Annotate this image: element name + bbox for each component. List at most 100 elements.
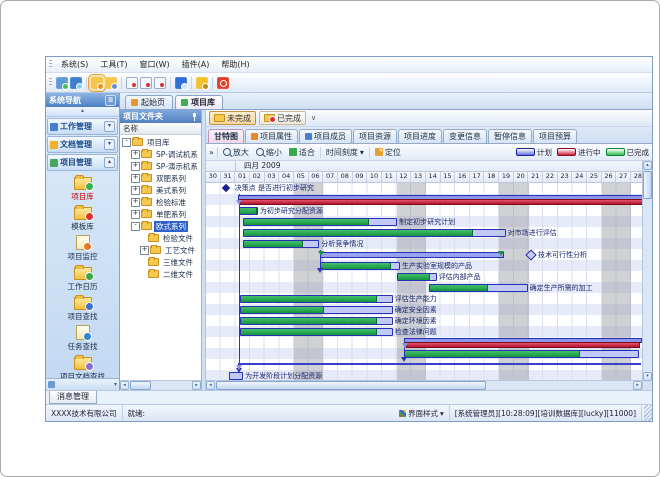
nav-template-library[interactable]: 模板库 — [71, 204, 94, 232]
btn-time-scale[interactable]: 时间刻度▾ — [324, 146, 366, 159]
gantt-task-bar[interactable] — [239, 207, 258, 215]
tab-project-resources[interactable]: 项目资源 — [353, 129, 397, 143]
tree-expander-icon[interactable]: + — [131, 162, 140, 171]
message-management-tab[interactable]: 消息管理 — [49, 391, 97, 404]
tree-node[interactable]: -项目库 — [120, 136, 201, 148]
lock-icon[interactable] — [196, 77, 208, 89]
gantt-task-bar[interactable] — [240, 317, 393, 325]
scroll-right-icon[interactable]: ▸ — [192, 381, 201, 390]
toolbar-overflow-icon[interactable]: » — [209, 148, 214, 157]
tree-hscroll-track[interactable] — [152, 381, 192, 390]
tree-hscroll-thumb[interactable] — [130, 381, 151, 390]
gantt-vscroll-track[interactable] — [643, 200, 652, 372]
btn-locate[interactable]: 定位 — [373, 146, 403, 159]
nav-project-search[interactable]: 项目查找 — [68, 294, 98, 322]
gantt-vscrollbar[interactable]: ▴ ▾ — [642, 161, 652, 390]
gantt-task-bar[interactable] — [243, 218, 397, 226]
calendar-edit-icon[interactable] — [140, 77, 152, 89]
gantt-hscroll-thumb[interactable] — [216, 381, 486, 390]
toolbar-grip[interactable] — [49, 78, 52, 87]
gantt-task-bar[interactable] — [240, 295, 393, 303]
menu-grip[interactable] — [49, 60, 52, 69]
gantt-hscroll-track[interactable] — [487, 381, 633, 390]
filter-incomplete[interactable]: 未完成 — [209, 111, 256, 125]
gantt-summary-line[interactable] — [238, 363, 641, 365]
tree-expander-icon[interactable]: + — [140, 246, 149, 255]
sidebar-collapse-icon[interactable]: ▥ — [105, 95, 116, 106]
tab-start-page[interactable]: 起始页 — [125, 95, 173, 109]
calendar-view-icon[interactable] — [154, 77, 166, 89]
tab-project-props[interactable]: 项目属性 — [245, 129, 298, 143]
open-folder-icon[interactable] — [91, 77, 103, 89]
group-doc-mgmt[interactable]: 文档管理▾ — [47, 136, 118, 153]
scroll-left-icon[interactable]: ◂ — [206, 381, 215, 390]
group-work-mgmt[interactable]: 工作管理▾ — [47, 118, 118, 135]
tab-pause-info[interactable]: 暂停信息 — [488, 129, 532, 143]
gantt-task-bar[interactable] — [229, 372, 243, 380]
tree-node[interactable]: 三维文件 — [120, 256, 201, 268]
gantt-task-bar[interactable] — [243, 240, 320, 248]
gantt-task-bar[interactable] — [429, 284, 528, 292]
gantt-task-bar[interactable] — [240, 328, 393, 336]
gantt-task-bar[interactable] — [404, 350, 639, 358]
menu-window[interactable]: 窗口(W) — [133, 58, 175, 71]
ui-style-button[interactable]: 界面样式 ▾ — [394, 405, 450, 421]
tree-node[interactable]: +美式系列 — [120, 184, 201, 196]
gantt-task-bar[interactable] — [320, 262, 400, 270]
gantt-task-bar[interactable] — [243, 229, 506, 237]
help-globe-icon[interactable] — [175, 77, 187, 89]
filter-complete[interactable]: 已完成 — [259, 111, 306, 125]
resize-grip[interactable] — [644, 405, 652, 421]
gantt-inprogress-bar[interactable] — [406, 342, 640, 348]
menu-tools[interactable]: 工具(T) — [94, 58, 133, 71]
chevron-icon[interactable]: ▴ — [104, 157, 115, 168]
tree-column-header[interactable]: 名称 — [120, 123, 201, 135]
tree-expander-icon[interactable]: - — [122, 138, 131, 147]
scroll-down-icon[interactable]: ▾ — [643, 372, 652, 381]
tree-node[interactable]: 二维文件 — [120, 268, 201, 280]
tab-change-info[interactable]: 变更信息 — [443, 129, 487, 143]
btn-zoom-out[interactable]: 缩小 — [254, 146, 284, 159]
tree-hscrollbar[interactable]: ◂ ▸ — [120, 380, 201, 390]
group-project-mgmt[interactable]: 项目管理▴ — [47, 154, 118, 171]
tab-project-library[interactable]: 项目库 — [175, 95, 223, 109]
gantt-task-bar[interactable] — [240, 306, 393, 314]
tree-expander-icon[interactable]: + — [131, 186, 140, 195]
btn-zoom-in[interactable]: 放大 — [221, 146, 251, 159]
chevron-icon[interactable]: ▾ — [104, 121, 115, 132]
tab-gantt[interactable]: 甘特图 — [208, 129, 244, 143]
nav-project-monitor[interactable]: 项目监控 — [68, 234, 98, 262]
tree-expander-icon[interactable]: + — [131, 210, 140, 219]
scroll-up-icon[interactable]: ▴ — [643, 161, 652, 170]
sidebar-collapsed-group[interactable]: ▾ — [46, 378, 119, 390]
globe-icon[interactable] — [70, 77, 82, 89]
folder-window-icon[interactable] — [105, 77, 117, 89]
menu-help[interactable]: 帮助(H) — [215, 58, 255, 71]
nav-task-search[interactable]: 任务查找 — [68, 324, 98, 352]
exit-icon[interactable] — [217, 77, 229, 89]
chevron-icon[interactable]: ▾ — [104, 139, 115, 150]
tree-node[interactable]: +双肥系列 — [120, 172, 201, 184]
tree-node[interactable]: +单肥系列 — [120, 208, 201, 220]
nav-project-library[interactable]: 项目库 — [71, 174, 94, 202]
filter-more-icon[interactable]: ∨ — [311, 114, 316, 122]
gantt-inprogress-bar[interactable] — [240, 199, 642, 205]
scroll-right-icon[interactable]: ▸ — [633, 381, 642, 390]
pin-icon[interactable] — [191, 112, 198, 121]
tree-expander-icon[interactable]: + — [131, 198, 140, 207]
tree-expander-icon[interactable]: + — [131, 150, 140, 159]
gantt-task-bar[interactable] — [397, 273, 437, 281]
gantt-milestone[interactable] — [222, 184, 230, 192]
tree-node[interactable]: +SP-演示机系 — [120, 160, 201, 172]
monitor-icon[interactable] — [56, 77, 68, 89]
tab-project-progress[interactable]: 项目进度 — [398, 129, 442, 143]
gantt-chart-body[interactable]: 决策点 是否进行初步研究为初步研究分配资源制定初步研究计划对市场进行评估分析竞争… — [206, 183, 642, 380]
gantt-summary-bar[interactable] — [320, 252, 504, 258]
gantt-vscroll-thumb[interactable] — [643, 171, 652, 199]
gantt-hscrollbar[interactable]: ◂ ▸ — [206, 380, 642, 390]
menu-system[interactable]: 系统(S) — [55, 58, 94, 71]
scroll-left-icon[interactable]: ◂ — [120, 381, 129, 390]
tab-project-members[interactable]: 项目成员 — [299, 129, 352, 143]
tree-node[interactable]: +SP-调试机系 — [120, 148, 201, 160]
menu-plugins[interactable]: 插件(A) — [176, 58, 216, 71]
